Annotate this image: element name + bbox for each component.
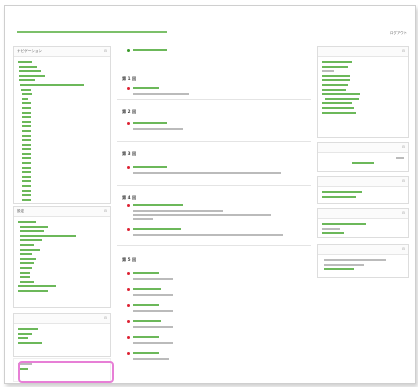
activity-link[interactable] [127,319,161,323]
collapse-icon[interactable]: ⊟ [402,179,405,183]
right-list-4 [318,219,408,239]
settings-block-title: 設定 [17,209,25,213]
right-block-2: ⊟ [317,142,409,172]
logout-link[interactable]: ログアウト [390,30,407,35]
section-2: 第 2 回 [117,99,311,142]
activity-description [133,309,173,313]
activity-description [133,233,283,237]
activity-link[interactable] [127,227,181,231]
list-item[interactable] [322,161,404,166]
activity-link[interactable] [127,303,159,307]
section-3: 第 3 回 [117,141,311,186]
collapse-icon[interactable]: ⊟ [402,49,405,53]
activity-link[interactable] [127,351,159,355]
settings-tree [14,217,110,297]
browser-frame: ログアウト ナビゲーション ⊟ 設定 ⊟ ⊟ 第 1 回 第 2 回 第 3 回… [4,5,416,384]
section-4: 第 4 回 [117,185,311,246]
right-list-5 [318,255,408,275]
activity-description [133,217,153,221]
navigation-block: ナビゲーション ⊟ [13,46,111,204]
course-top-link[interactable] [127,48,167,52]
header: ログアウト [17,30,407,38]
activity-description [133,127,183,131]
section-1: 第 1 回 [117,66,311,100]
activity-description [133,171,281,175]
tree-item[interactable] [18,198,106,203]
collapse-icon[interactable]: ⊟ [402,211,405,215]
activity-link[interactable] [127,165,167,169]
activity-link[interactable] [127,287,161,291]
collapse-icon[interactable]: ⊟ [402,145,405,149]
highlight-box [18,361,114,383]
collapse-icon[interactable]: ⊟ [402,247,405,251]
activity-description [133,213,271,217]
right-block-4: ⊟ [317,208,409,238]
breadcrumb[interactable] [17,30,167,34]
activity-link[interactable] [127,121,167,125]
section-title: 第 4 回 [122,195,137,200]
group-block: ⊟ [13,313,111,357]
list-item[interactable] [322,111,404,116]
right-block-5: ⊟ [317,244,409,278]
section-title: 第 2 回 [122,109,137,114]
right-block-3: ⊟ [317,176,409,204]
section-5: 第 5 回 [117,245,311,365]
list-item[interactable] [322,267,404,272]
right-block-1: ⊟ [317,46,409,138]
right-list-3 [318,187,408,202]
list-item[interactable] [18,341,106,346]
collapse-icon[interactable]: ⊟ [104,209,107,213]
section-title: 第 3 回 [122,151,137,156]
navigation-block-title: ナビゲーション [17,49,43,53]
settings-block: 設定 ⊟ [13,206,111,308]
activity-description [133,277,173,281]
activity-description [133,341,173,345]
activity-link[interactable] [127,86,159,90]
tree-item[interactable] [18,289,106,294]
collapse-icon[interactable]: ⊟ [104,49,107,53]
collapse-icon[interactable]: ⊟ [104,316,107,320]
section-title: 第 1 回 [122,76,137,81]
list-item[interactable] [322,231,404,236]
activity-description [133,325,173,329]
activity-link[interactable] [127,271,159,275]
activity-link[interactable] [127,203,183,207]
activity-description [133,293,173,297]
section-title: 第 5 回 [122,257,137,262]
activity-description [133,357,169,361]
activity-link[interactable] [127,335,159,339]
navigation-tree [14,57,110,205]
activity-description [133,92,189,96]
group-list [14,324,110,348]
right-list-2 [318,153,408,168]
list-item[interactable] [322,195,404,200]
right-list-1 [318,57,408,118]
